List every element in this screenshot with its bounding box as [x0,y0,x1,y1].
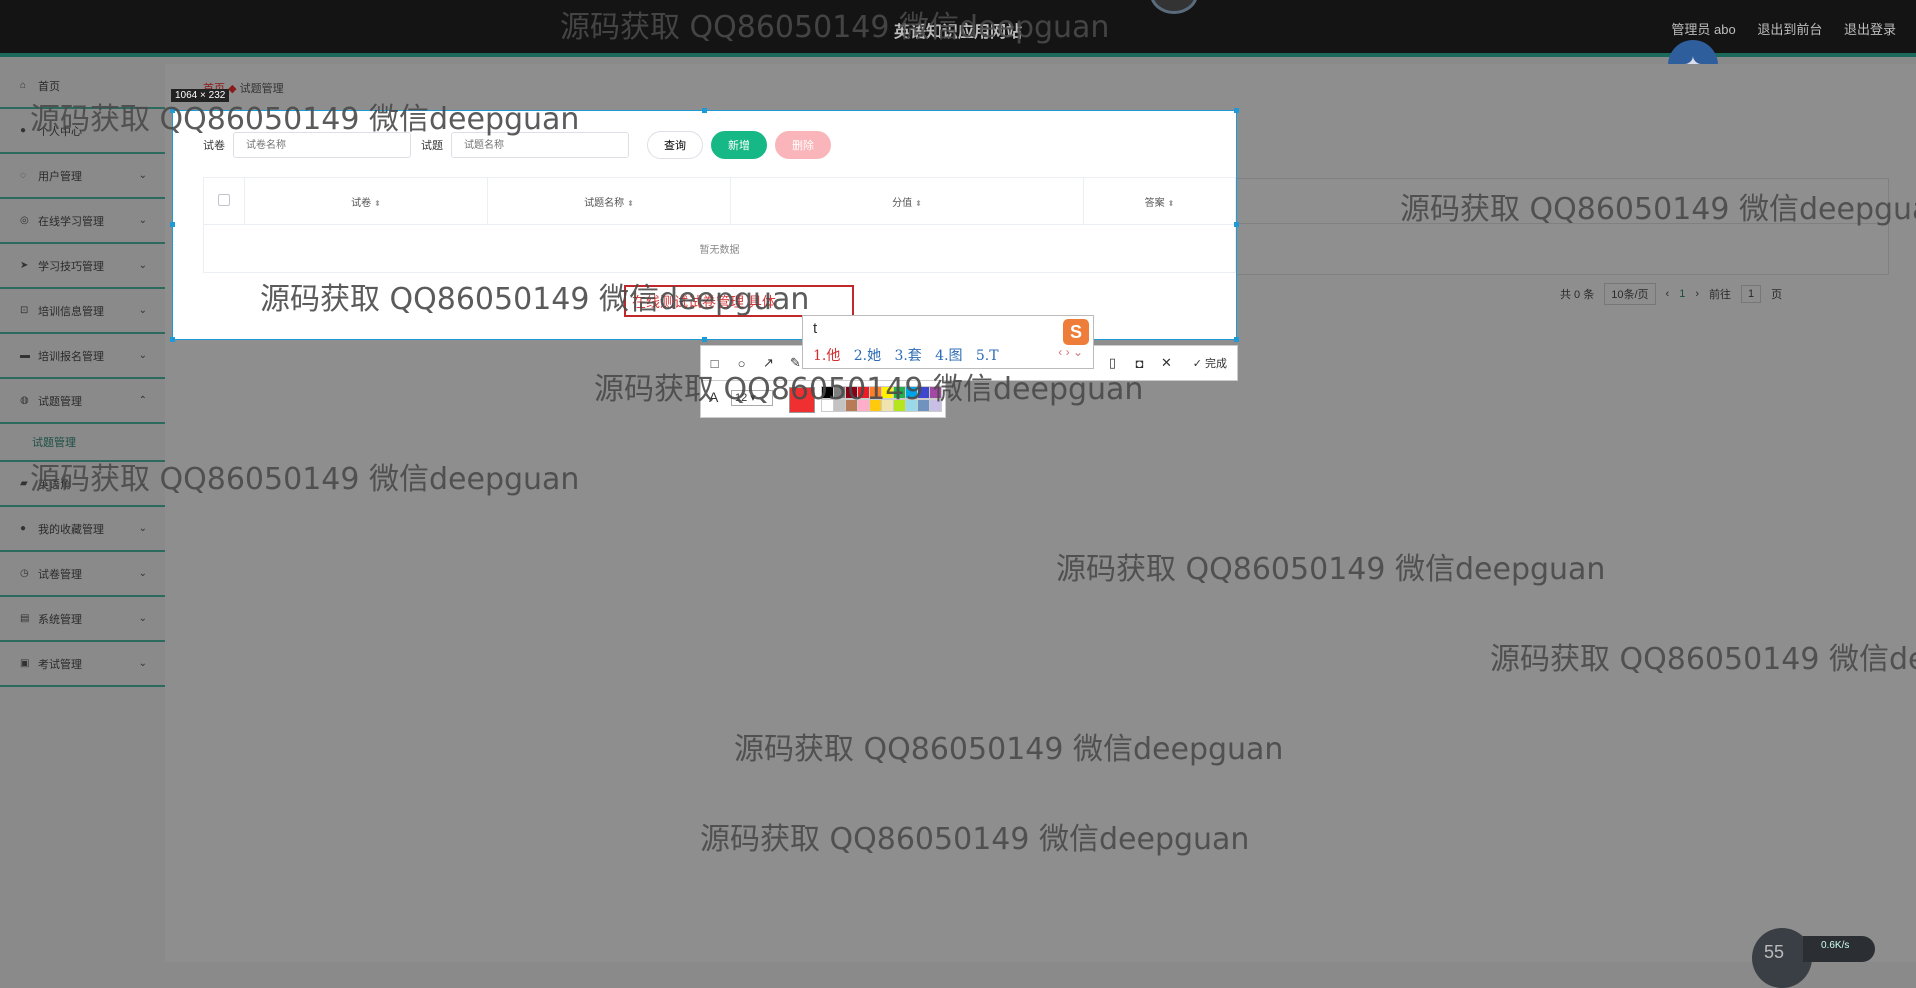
doc-icon: ▤ [20,613,30,624]
compass-icon: ◎ [20,215,29,226]
send-icon: ➤ [20,260,29,271]
chevron-up-icon: ⌃ [138,395,147,406]
pagination: 共 0 条 10条/页 ‹ 1 › 前往 1 页 [1560,283,1782,305]
questions-table: 试卷 ⬍ 试题名称 ⬍ 分值 ⬍ 答案 ⬍ 暂无数据 [203,177,1236,273]
ime-candidate[interactable]: 5.T [976,348,999,364]
home-icon: ⌂ [20,80,27,91]
page-number[interactable]: 1 [1679,288,1685,300]
admin-username: 管理员 abo [1671,22,1736,37]
done-button[interactable]: ✓ 完成 [1193,355,1227,371]
chevron-down-icon: ⌄ [138,658,147,669]
delete-button[interactable]: 删除 [775,131,831,159]
sidebar-item-system[interactable]: ▤ 系统管理 ⌄ [0,597,165,642]
resize-handle[interactable] [170,222,175,227]
watermark: 源码获取 QQ86050149 微信deepguan [1056,552,1606,587]
ime-candidates: 1.他 2.她 3.套 4.图 5.T [813,345,999,365]
question-label: 试题 [421,140,443,152]
page-size-select[interactable]: 10条/页 [1604,283,1656,305]
watermark: 源码获取 QQ86050149 微信deepguan [700,822,1250,857]
sidebar-item-training-info[interactable]: ⊡ 培训信息管理 ⌄ [0,289,165,334]
ime-candidate[interactable]: 3.套 [894,348,921,364]
ime-candidate[interactable]: 4.图 [935,348,962,364]
paper-label: 试卷 [203,140,225,152]
query-button[interactable]: 查询 [647,131,703,159]
sidebar-item-exams[interactable]: ▣ 考试管理 ⌄ [0,642,165,687]
chevron-down-icon: ⌄ [138,215,147,226]
to-front-link[interactable]: 退出到前台 [1757,22,1822,37]
users-icon: ◌ [20,170,26,181]
clock-icon: ◷ [20,568,29,579]
network-speed: 0.6K/s [1803,936,1875,962]
add-button[interactable]: 新增 [711,131,767,159]
sidebar-item-training-signup[interactable]: ▬ 培训报名管理 ⌄ [0,334,165,379]
chevron-down-icon: ⌄ [138,350,147,361]
column-header[interactable]: 分值 ⬍ [730,177,1084,225]
pagination-total: 共 0 条 [1560,289,1595,301]
watermark: 源码获取 QQ86050149 微信deepguan [30,462,580,497]
chat-icon: ▬ [20,350,30,361]
ime-candidate[interactable]: 2.她 [854,348,881,364]
sidebar-item-favorites[interactable]: ● 我的收藏管理 ⌄ [0,507,165,552]
chevron-down-icon: ⌄ [138,568,147,579]
globe-icon: ◍ [20,395,29,406]
watermark: 源码获取 QQ86050149 微信deepguan [260,282,810,317]
watermark: 源码获取 QQ86050149 微信deepguan [560,10,1110,45]
resize-handle[interactable] [170,337,175,342]
watermark: 源码获取 QQ86050149 微信deepguan [734,732,1284,767]
ime-page-nav-icon[interactable]: ‹ › ⌄ [1058,345,1083,359]
column-header[interactable]: 试题名称 ⬍ [487,177,731,225]
star-icon: ● [20,523,27,534]
goto-input[interactable]: 1 [1741,285,1762,303]
sidebar-item-online-learning[interactable]: ◎ 在线学习管理 ⌄ [0,199,165,244]
select-all-cell [203,177,245,225]
ime-candidate-window: t S 1.他 2.她 3.套 4.图 5.T ‹ › ⌄ [802,315,1094,369]
resize-handle[interactable] [1234,337,1239,342]
resize-handle[interactable] [1234,222,1239,227]
column-header[interactable]: 试卷 ⬍ [244,177,488,225]
resize-handle[interactable] [702,108,707,113]
empty-text: 暂无数据 [203,224,1236,273]
watermark: 源码获取 QQ86050149 微信deepguan [30,102,580,137]
ime-input: t [813,320,818,337]
close-icon[interactable]: ✕ [1153,355,1180,371]
prev-page-icon[interactable]: ‹ [1666,288,1670,300]
sogou-logo-icon: S [1063,319,1089,345]
sort-icon: ⬍ [627,198,634,208]
watermark: 源码获取 QQ86050149 微信deepguan [1400,192,1916,227]
chevron-down-icon: ⌄ [138,170,147,181]
watermark: 源码获取 QQ86050149 微信deepguan [594,372,1144,407]
chevron-down-icon: ⌄ [138,305,147,316]
sidebar-item-questions[interactable]: ◍ 试题管理 ⌃ [0,379,165,424]
sort-icon: ⬍ [1167,198,1175,208]
avatar [1150,0,1198,14]
resize-handle[interactable] [702,337,707,342]
sidebar-item-users[interactable]: ◌ 用户管理 ⌄ [0,154,165,199]
crop-icon: ⊡ [20,305,29,316]
ime-candidate[interactable]: 1.他 [813,348,840,364]
logout-link[interactable]: 退出登录 [1844,22,1896,37]
goto-label: 前往 [1709,289,1731,301]
page-suffix: 页 [1771,289,1783,301]
chevron-down-icon: ⌄ [138,523,147,534]
table-header-row: 试卷 ⬍ 试题名称 ⬍ 分值 ⬍ 答案 ⬍ [203,177,1236,225]
watermark: 源码获取 QQ86050149 微信deepguan [1490,642,1916,677]
user-menu: 管理员 abo 退出到前台 退出登录 [1653,19,1896,38]
sidebar-item-papers[interactable]: ◷ 试卷管理 ⌄ [0,552,165,597]
select-all-checkbox[interactable] [218,193,230,206]
next-page-icon[interactable]: › [1695,288,1699,300]
exam-icon: ▣ [20,658,30,669]
table-row: 暂无数据 [203,224,1236,273]
resize-handle[interactable] [1234,108,1239,113]
sort-icon: ⬍ [915,198,922,208]
sort-icon: ⬍ [374,198,381,208]
column-header[interactable]: 答案 ⬍ [1083,177,1236,225]
chevron-down-icon: ⌄ [138,613,147,624]
header-accent-line [0,53,1916,57]
sidebar-item-study-tips[interactable]: ➤ 学习技巧管理 ⌄ [0,244,165,289]
sidebar: ⌂ 首页 ● 个人中心 ◌ 用户管理 ⌄ ◎ 在线学习管理 ⌄ ➤ 学习技巧管理 ⌄ ⊡ 培训信息… [0,64,165,962]
chevron-down-icon: ⌄ [138,260,147,271]
